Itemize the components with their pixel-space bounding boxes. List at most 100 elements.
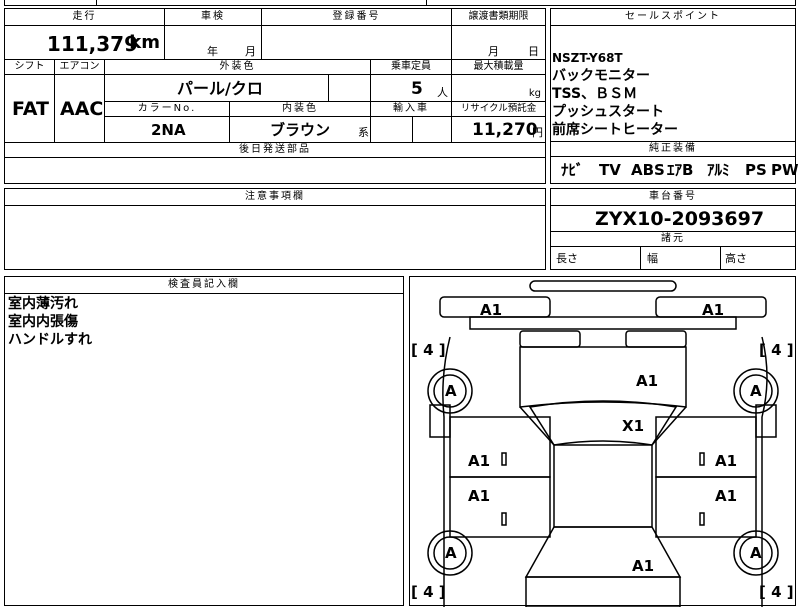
dimension-height-cell: 高さ [721,247,795,269]
body-side-shape [442,336,768,607]
mileage-value: 111,379 [46,32,138,56]
chassis-value: ZYX10-2093697 [595,208,765,230]
equipment-item: ABS [631,161,665,179]
tread-fl: [ 4 ] [411,341,446,359]
equipment-header: 純正装備 [551,142,795,157]
interior-color-cell: ブラウン 系 [230,117,371,143]
door-rl-shape [449,476,551,538]
inspector-line: ハンドルすれ [8,332,92,348]
recycle-header: リサイクル預託金 [452,102,545,117]
max-load-unit: kg [528,88,541,99]
max-load-cell: kg [452,75,545,102]
chassis-cell: ZYX10-2093697 [551,206,795,232]
dimensions-header: 諸元 [551,232,795,247]
mark-door-fr: A1 [715,452,738,470]
deadline-day-label: 日 [528,45,539,58]
rear-window-shape [524,526,682,578]
door-fl-shape [449,416,551,478]
dimension-length-label: 長さ [556,252,578,265]
car-diagram-box: A1 A1 A A A A A1 X1 A1 A1 A1 A1 A1 [ 4 ]… [409,276,796,607]
equipment-item: TV [599,161,621,179]
front-fascia-shape [469,316,737,330]
mark-front-left: A1 [480,301,503,319]
front-bumper-shape [529,280,677,292]
sales-points-list: NSZT-Y68T バックモニター TSS、ＢＳＭ プッシュスタート 前席シート… [551,26,795,142]
color-no-header: カラーNo. [105,102,230,117]
recycle-value: 11,270 [472,120,538,140]
exterior-color-header: 外装色 [105,60,371,75]
vehicle-info-table: 走行 車検 登録番号 譲渡書類期限 111,379 km 年 月 月 日 シフト… [4,8,546,184]
interior-color-header: 内装色 [230,102,371,117]
sales-point-line: プッシュスタート [552,104,664,120]
mark-roof: X1 [622,417,645,435]
notes-header: 注意事項欄 [5,189,545,206]
dimension-height-label: 高さ [725,252,747,265]
capacity-cell: 5 人 [371,75,452,102]
later-parts-header: 後日発送部品 [5,143,545,158]
inspection-cell: 年 月 [165,26,262,60]
handle-rr-shape [699,512,705,526]
import-header: 輸入車 [371,102,452,117]
door-fr-shape [655,416,757,478]
recycle-unit: 円 [532,126,543,139]
shift-cell: FAT [5,75,55,143]
trunk-shape [525,576,681,607]
dimension-width-cell: 幅 [641,247,721,269]
transfer-deadline-header: 譲渡書類期限 [452,9,545,26]
dimension-length-cell: 長さ [551,247,641,269]
handle-fr-shape [699,452,705,466]
inspection-month-label: 月 [245,45,256,58]
chassis-header: 車台番号 [551,189,795,206]
sales-point-line: NSZT-Y68T [552,51,623,65]
equipment-item: ｱﾙﾐ [707,161,730,179]
tread-rl: [ 4 ] [411,583,446,601]
exterior-color-extra [329,75,371,102]
sales-points-header: セールスポイント [551,9,795,26]
a-pillar-shape [519,406,687,446]
import-cell-a [371,117,413,143]
aircon-cell: AAC [55,75,105,143]
inspection-header: 車検 [165,9,262,26]
grille-right-shape [625,330,687,348]
shift-value: FAT [12,98,49,120]
mark-front-right: A1 [702,301,725,319]
sales-point-line: TSS、ＢＳＭ [552,86,638,102]
import-cell-b [413,117,452,143]
sales-point-line: バックモニター [552,68,650,84]
inspector-line: 室内内張傷 [8,314,78,330]
equipment-item: ﾅﾋﾞ [561,161,584,179]
interior-color-value: ブラウン [270,121,331,139]
mark-door-fl: A1 [468,452,491,470]
car-diagram [427,280,779,607]
tread-fr: [ 4 ] [759,341,794,359]
transfer-deadline-cell: 月 日 [452,26,545,60]
inspector-box: 検査員記入欄 室内薄汚れ 室内内張傷 ハンドルすれ [4,276,404,606]
shift-header: シフト [5,60,55,75]
max-load-header: 最大積載量 [452,60,545,75]
door-rr-shape [655,476,757,538]
deadline-month-label: 月 [488,45,499,58]
chassis-box: 車台番号 ZYX10-2093697 諸元 長さ 幅 高さ [550,188,796,270]
later-parts-cell [5,158,545,183]
tread-rr: [ 4 ] [759,583,794,601]
hood-shape [519,346,687,408]
color-no-value: 2NA [151,121,186,139]
mileage-cell: 111,379 km [5,26,165,60]
mark-tire-fr: A [750,382,762,400]
aircon-header: エアコン [55,60,105,75]
roof-shape [553,444,653,528]
mark-hood: A1 [636,372,659,390]
inspection-year-label: 年 [207,45,218,58]
equipment-item: PW [771,161,799,179]
registration-cell [262,26,452,60]
registration-header: 登録番号 [262,9,452,26]
equipment-item: ｴｱB [667,161,694,179]
mark-door-rl: A1 [468,487,491,505]
capacity-unit: 人 [437,86,448,99]
handle-rl-shape [501,512,507,526]
capacity-header: 乗車定員 [371,60,452,75]
inspector-line: 室内薄汚れ [8,296,78,312]
dimension-width-label: 幅 [647,252,658,265]
equipment-row: ﾅﾋﾞ TV ABS ｴｱB ｱﾙﾐ PS PW [551,157,799,183]
mileage-unit: km [129,32,160,53]
